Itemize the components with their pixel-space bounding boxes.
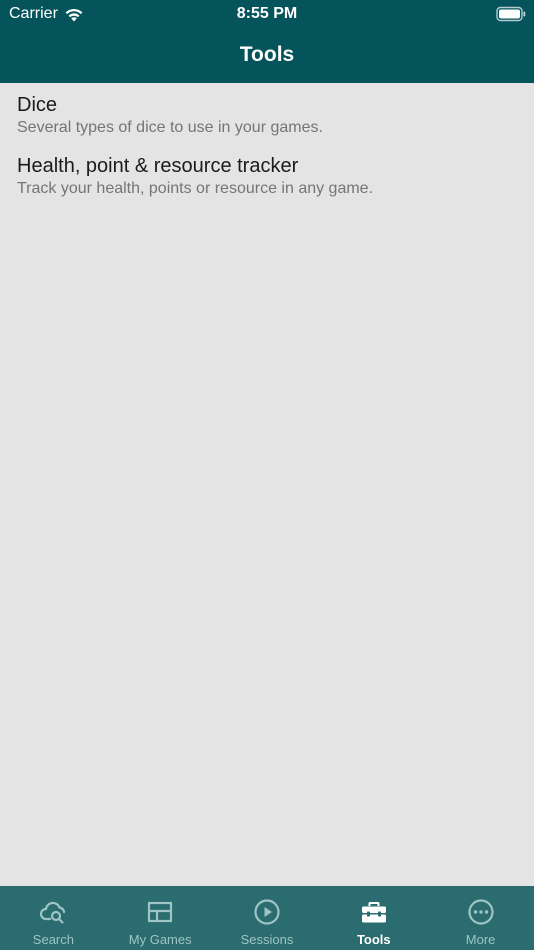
- tool-title: Dice: [17, 94, 58, 116]
- tab-bar: Search My Games Sessions Tools More: [0, 886, 534, 950]
- toolbox-icon: [361, 902, 386, 923]
- tab-my-games[interactable]: My Games: [107, 886, 214, 950]
- battery-icon: [496, 6, 526, 22]
- layout-grid-icon: [148, 901, 173, 923]
- more-circle-icon: [467, 899, 494, 925]
- tool-item-dice[interactable]: Dice Several types of dice to use in you…: [0, 83, 534, 144]
- status-bar: Carrier 8:55 PM: [0, 0, 534, 28]
- tool-title: Health, point & resource tracker: [17, 155, 299, 177]
- tab-tools[interactable]: Tools: [320, 886, 427, 950]
- tab-label: Tools: [356, 932, 391, 947]
- tab-sessions[interactable]: Sessions: [214, 886, 321, 950]
- tool-subtitle: Track your health, points or resource in…: [17, 180, 374, 197]
- tool-subtitle: Several types of dice to use in your gam…: [17, 119, 323, 136]
- tab-more[interactable]: More: [427, 886, 534, 950]
- tab-label: More: [465, 932, 496, 947]
- tool-item-tracker[interactable]: Health, point & resource tracker Track y…: [0, 144, 534, 205]
- tools-list: Dice Several types of dice to use in you…: [0, 83, 534, 205]
- status-time: 8:55 PM: [236, 5, 298, 22]
- tab-search[interactable]: Search: [0, 886, 107, 950]
- tab-label: Search: [32, 932, 74, 947]
- tab-label: Sessions: [240, 932, 294, 947]
- cloud-search-icon: [40, 901, 66, 924]
- top-bar: Carrier 8:55 PM Tools: [0, 0, 534, 83]
- tab-label: My Games: [128, 932, 192, 947]
- play-circle-icon: [254, 899, 280, 925]
- page-title: Tools: [239, 43, 295, 66]
